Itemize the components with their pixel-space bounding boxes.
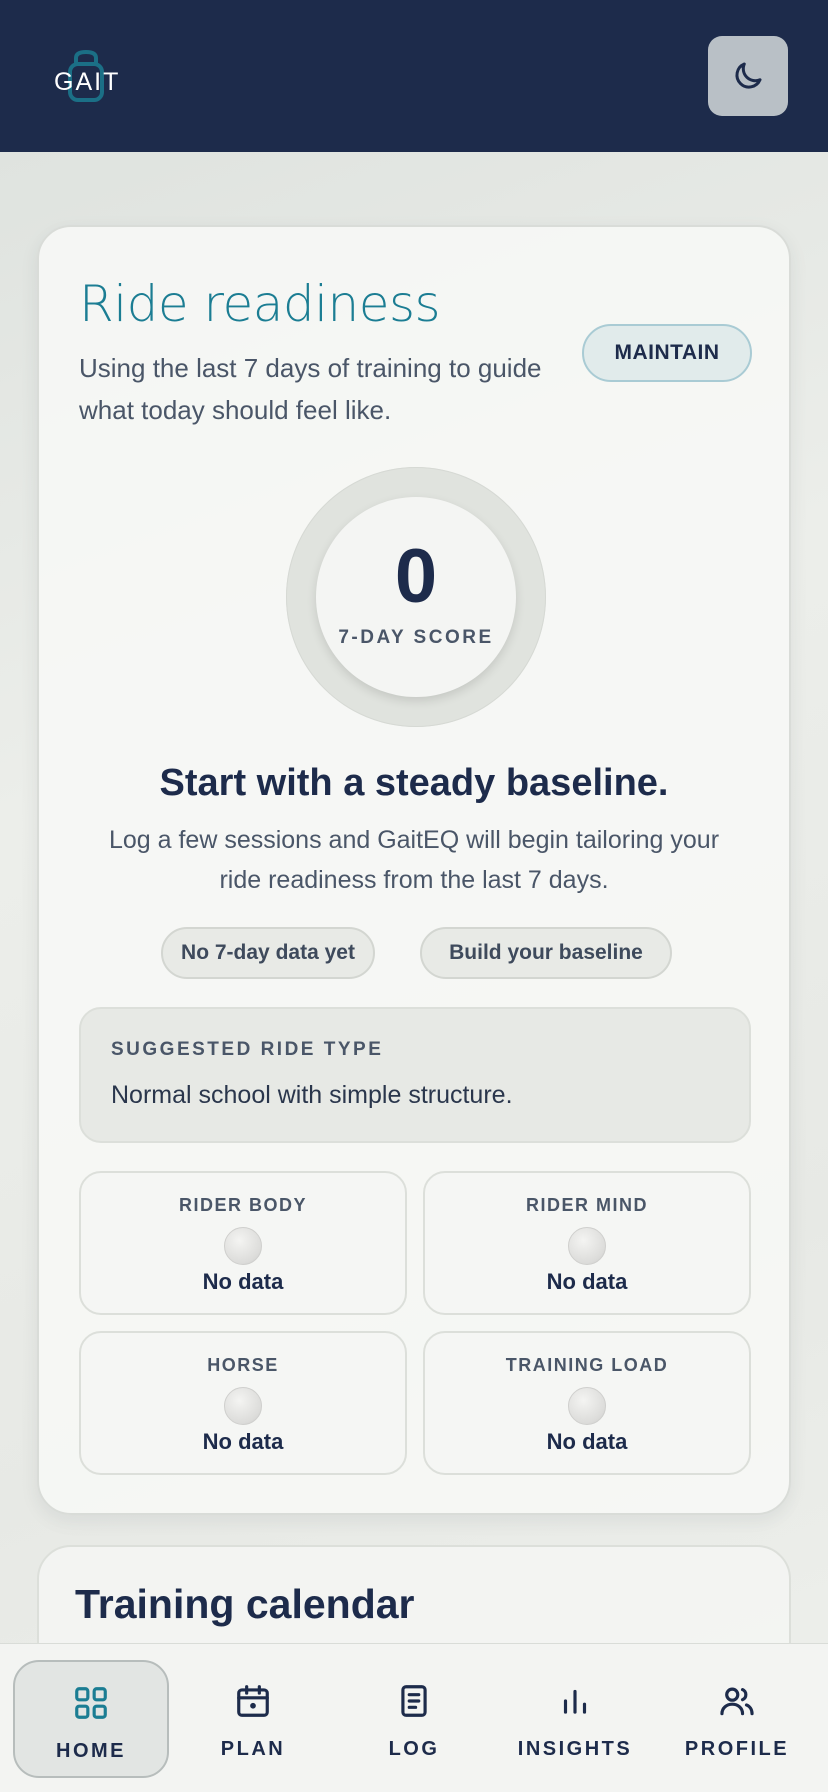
metric-label: RIDER MIND — [526, 1195, 648, 1215]
score-ring: 0 7-DAY SCORE — [286, 467, 546, 727]
users-icon — [659, 1682, 815, 1722]
metric-label: RIDER BODY — [178, 1195, 307, 1215]
status-dot-icon — [224, 1387, 262, 1425]
nav-plan[interactable]: PLAN — [175, 1660, 331, 1778]
metric-value: No data — [546, 1269, 628, 1294]
card-subtitle: Using the last 7 days of training to gui… — [79, 353, 542, 425]
top-app-bar: GAIT — [0, 0, 828, 152]
chip-no-data: No 7-day data yet — [161, 927, 375, 979]
suggested-ride-type-text: Normal school with simple structure. — [111, 1081, 513, 1109]
nav-log[interactable]: LOG — [336, 1660, 492, 1778]
bar-chart-icon — [497, 1682, 653, 1722]
document-icon — [336, 1682, 492, 1722]
nav-label: INSIGHTS — [517, 1738, 633, 1760]
status-dot-icon — [568, 1387, 606, 1425]
readiness-headline: Start with a steady baseline. — [159, 762, 669, 804]
nav-label: HOME — [56, 1740, 126, 1762]
metric-label: TRAINING LOAD — [505, 1355, 669, 1375]
nav-label: LOG — [388, 1738, 440, 1760]
suggested-ride-type-label: SUGGESTED RIDE TYPE — [111, 1039, 384, 1060]
nav-profile[interactable]: PROFILE — [659, 1660, 815, 1778]
score-label: 7-DAY SCORE — [338, 627, 494, 648]
metric-training-load[interactable]: TRAINING LOAD No data — [423, 1331, 751, 1475]
metric-value: No data — [546, 1429, 628, 1454]
status-badge: MAINTAIN — [582, 324, 752, 382]
chip-build-baseline: Build your baseline — [420, 927, 672, 979]
metric-horse[interactable]: HORSE No data — [79, 1331, 407, 1475]
logo-text: GAIT — [54, 68, 121, 96]
nav-label: PROFILE — [684, 1738, 790, 1760]
status-dot-icon — [224, 1227, 262, 1265]
score-ring-inner: 0 7-DAY SCORE — [316, 497, 516, 697]
theme-toggle-button[interactable] — [708, 36, 788, 116]
calendar-icon — [175, 1682, 331, 1722]
metric-label: HORSE — [207, 1355, 279, 1375]
metric-value: No data — [202, 1269, 284, 1294]
card-title: Ride readiness — [79, 275, 441, 333]
card-title: Training calendar — [75, 1581, 415, 1627]
ride-readiness-card: Ride readiness Using the last 7 days of … — [37, 225, 791, 1515]
status-dot-icon — [568, 1227, 606, 1265]
readiness-description: Log a few sessions and GaitEQ will begin… — [108, 826, 720, 894]
moon-icon — [735, 62, 762, 89]
nav-label: PLAN — [220, 1738, 286, 1760]
score-value: 0 — [394, 534, 438, 619]
metric-rider-mind[interactable]: RIDER MIND No data — [423, 1171, 751, 1315]
metric-rider-body[interactable]: RIDER BODY No data — [79, 1171, 407, 1315]
app-logo[interactable]: GAIT — [54, 50, 134, 114]
nav-home[interactable]: HOME — [13, 1660, 169, 1778]
suggested-ride-type-box: SUGGESTED RIDE TYPE Normal school with s… — [79, 1007, 751, 1143]
bottom-navigation: HOME PLAN LOG INSIGHTS PROFILE — [0, 1643, 828, 1792]
grid-icon — [15, 1684, 167, 1724]
metric-value: No data — [202, 1429, 284, 1454]
nav-insights[interactable]: INSIGHTS — [497, 1660, 653, 1778]
